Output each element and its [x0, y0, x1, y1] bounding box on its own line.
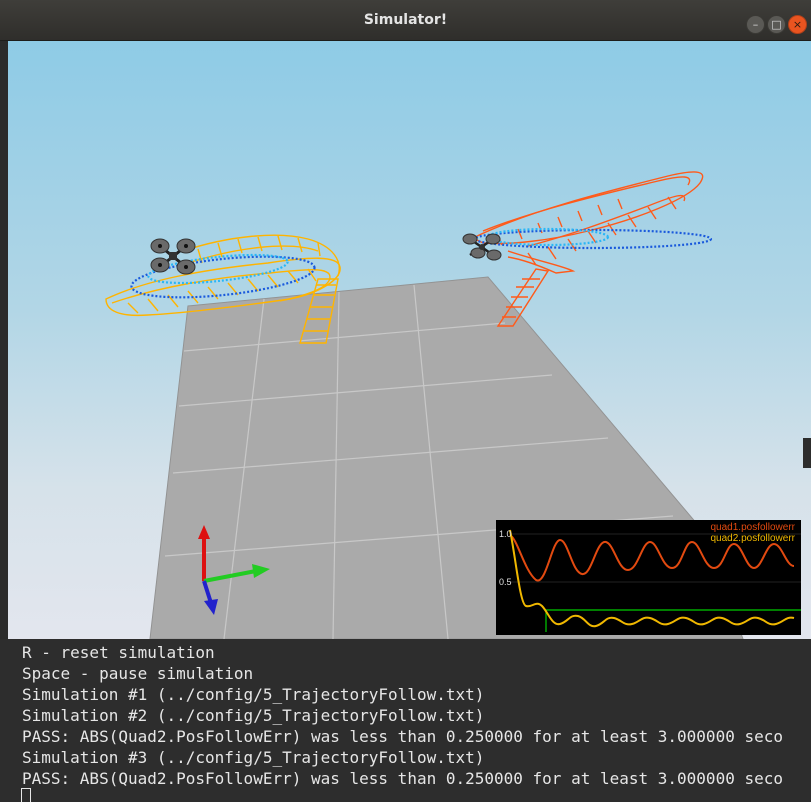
terminal-output[interactable]: R - reset simulation Space - pause simul… [0, 639, 811, 802]
terminal-line: Simulation #2 (../config/5_TrajectoryFol… [22, 706, 485, 725]
minimize-button[interactable]: – [746, 15, 765, 34]
error-graph: quad1.posfollowerr quad2.posfollowerr 1.… [496, 520, 801, 635]
simulation-viewport[interactable]: quad1.posfollowerr quad2.posfollowerr 1.… [8, 41, 811, 639]
quad2-drone [150, 238, 196, 275]
terminal-line: PASS: ABS(Quad2.PosFollowErr) was less t… [22, 727, 783, 746]
terminal-line: R - reset simulation [22, 643, 215, 662]
window-title: Simulator! [363, 12, 448, 28]
terminal-line: Space - pause simulation [22, 664, 254, 683]
quad1-drone [462, 233, 502, 261]
background-window-edge [803, 438, 811, 468]
terminal-line: Simulation #3 (../config/5_TrajectoryFol… [22, 748, 485, 767]
close-button[interactable]: × [788, 15, 807, 34]
terminal-line: Simulation #1 (../config/5_TrajectoryFol… [22, 685, 485, 704]
graph-legend-quad1: quad1.posfollowerr [710, 522, 796, 533]
window-titlebar[interactable]: Simulator! – □ × [0, 0, 811, 41]
terminal-cursor [21, 788, 31, 802]
maximize-button[interactable]: □ [767, 15, 786, 34]
quad2-error-series [509, 529, 795, 628]
graph-tick-1: 1.0 [499, 529, 512, 539]
graph-legend-quad2: quad2.posfollowerr [710, 533, 796, 544]
terminal-line: PASS: ABS(Quad2.PosFollowErr) was less t… [22, 769, 783, 788]
graph-tick-0-5: 0.5 [499, 577, 512, 587]
